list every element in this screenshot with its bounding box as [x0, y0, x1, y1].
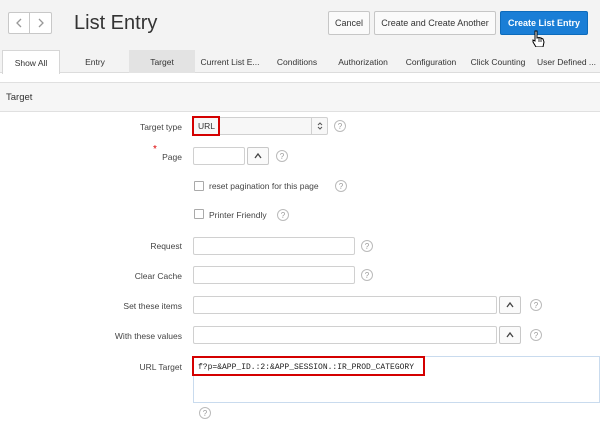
region-header: Target [0, 82, 600, 112]
reset-pagination-label: reset pagination for this page [209, 181, 319, 191]
with-values-lov-button[interactable] [499, 326, 521, 344]
reset-pagination-checkbox[interactable] [194, 181, 204, 191]
set-items-lov-button[interactable] [499, 296, 521, 314]
target-type-help-icon[interactable]: ? [334, 120, 346, 132]
url-target-help-icon[interactable]: ? [199, 407, 211, 419]
tab-bar: Show All Entry Target Current List E... … [0, 47, 600, 74]
create-and-create-another-button[interactable]: Create and Create Another [374, 11, 496, 35]
select-arrows-icon [311, 118, 327, 134]
tab-target[interactable]: Target [129, 50, 195, 73]
tab-authorization[interactable]: Authorization [331, 50, 395, 73]
page-lov-button[interactable] [247, 147, 269, 165]
chevron-up-icon [254, 152, 262, 159]
target-type-label: Target type [139, 122, 182, 132]
chevron-left-icon [16, 18, 22, 28]
region-title: Target [6, 92, 33, 103]
request-label: Request [150, 241, 182, 251]
with-values-label: With these values [114, 331, 182, 341]
url-target-highlight [192, 356, 425, 376]
tab-click-counting[interactable]: Click Counting [466, 50, 530, 73]
clear-cache-label: Clear Cache [134, 271, 182, 281]
previous-button[interactable] [8, 12, 30, 34]
printer-friendly-help-icon[interactable]: ? [277, 209, 289, 221]
tab-configuration[interactable]: Configuration [398, 50, 464, 73]
cancel-button[interactable]: Cancel [328, 11, 370, 35]
tab-current-list-entry[interactable]: Current List E... [197, 50, 263, 73]
page-input[interactable] [193, 147, 245, 165]
tab-show-all[interactable]: Show All [2, 50, 60, 74]
target-type-highlight [192, 116, 220, 136]
printer-friendly-label: Printer Friendly [209, 210, 267, 220]
page-label: Page [162, 152, 182, 162]
page-help-icon[interactable]: ? [276, 150, 288, 162]
page-header: List Entry Cancel Create and Create Anot… [0, 0, 600, 48]
printer-friendly-checkbox[interactable] [194, 209, 204, 219]
tab-user-defined[interactable]: User Defined ... [533, 50, 600, 73]
reset-pagination-help-icon[interactable]: ? [335, 180, 347, 192]
set-items-input[interactable] [193, 296, 497, 314]
chevron-up-icon [506, 331, 514, 338]
request-help-icon[interactable]: ? [361, 240, 373, 252]
clear-cache-input[interactable] [193, 266, 355, 284]
chevron-right-icon [38, 18, 44, 28]
next-button[interactable] [30, 12, 52, 34]
url-target-label: URL Target [139, 362, 182, 372]
set-items-help-icon[interactable]: ? [530, 299, 542, 311]
with-values-help-icon[interactable]: ? [530, 329, 542, 341]
request-input[interactable] [193, 237, 355, 255]
with-values-input[interactable] [193, 326, 497, 344]
chevron-up-icon [506, 301, 514, 308]
tab-conditions[interactable]: Conditions [266, 50, 328, 73]
tab-entry[interactable]: Entry [64, 50, 126, 73]
set-items-label: Set these items [123, 301, 182, 311]
page-title: List Entry [74, 12, 158, 34]
clear-cache-help-icon[interactable]: ? [361, 269, 373, 281]
